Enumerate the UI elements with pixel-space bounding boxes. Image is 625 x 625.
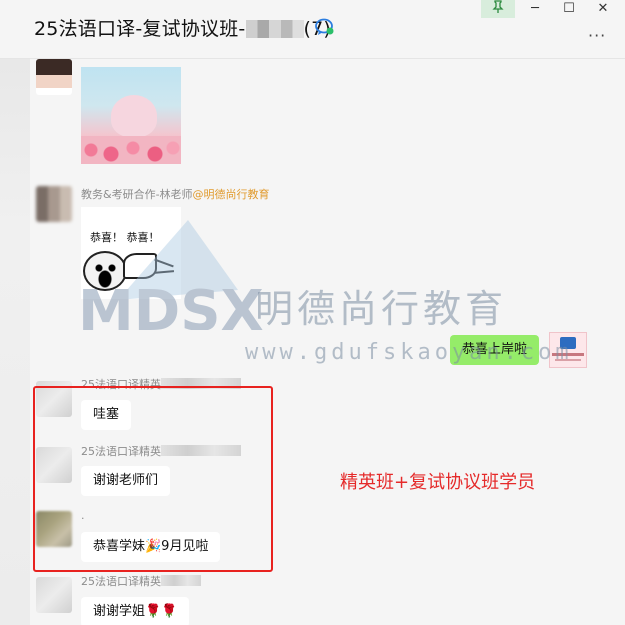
sticker-hand [123,253,157,279]
chat-title: 25法语口译-复试协议班- (7) [34,14,331,41]
pin-button[interactable] [481,0,515,18]
flowers-illustration [81,136,181,164]
chat-bubble-icon[interactable] [315,18,335,36]
sticker-line [153,270,175,274]
watermark-brand: 明德尚行教育 [255,287,508,331]
highlight-box [33,386,273,572]
watermark-url: www.gdufskaoyan.com [245,340,573,365]
cat-illustration [111,95,157,137]
close-button[interactable]: ✕ [586,0,620,18]
title-bar: 25法语口译-复试协议班- (7) ─ ☐ ✕ ··· [0,0,625,59]
redacted-name [245,20,304,38]
image-message[interactable] [81,67,181,164]
mention-link[interactable]: @明德尚行教育 [193,188,270,201]
maximize-button[interactable]: ☐ [552,0,586,18]
minimize-button[interactable]: ─ [518,0,552,18]
avatar[interactable] [36,577,72,613]
pin-icon [492,0,504,13]
chat-title-text: 25法语口译-复试协议班- [34,18,246,40]
blurred-sidebar-edge [0,59,30,625]
sticker-line [154,258,174,268]
avatar[interactable] [36,186,72,222]
message-bubble[interactable]: 谢谢学姐🌹🌹 [81,597,190,625]
redacted-name [161,575,201,586]
sender-name: 教务&考研合作-林老师@明德尚行教育 [81,188,270,201]
panda-face-sticker [83,251,127,291]
sticker-message[interactable]: 恭喜！ 恭喜！ [81,207,181,299]
annotation-text: 精英班+复试协议班学员 [340,472,536,493]
sticker-caption: 恭喜！ 恭喜！ [90,231,160,244]
sender-name: 25法语口译精英 [81,573,201,589]
avatar[interactable] [36,59,72,95]
more-options-button[interactable]: ··· [588,26,606,45]
